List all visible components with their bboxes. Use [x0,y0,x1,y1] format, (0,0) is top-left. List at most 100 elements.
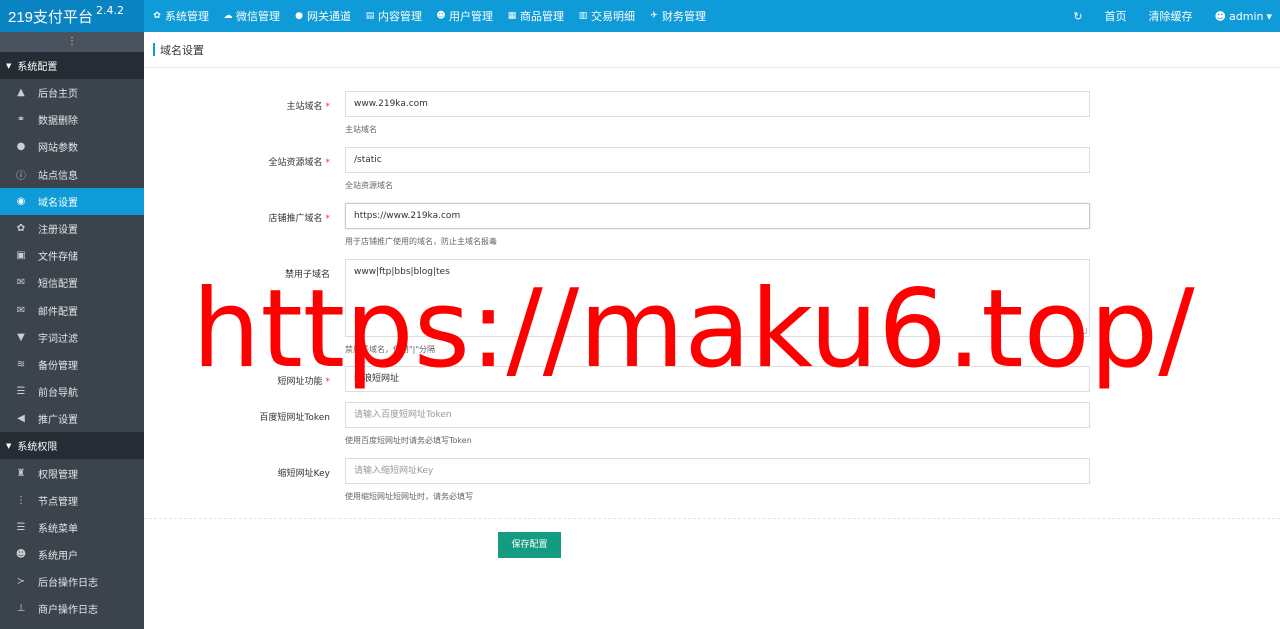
list-icon: ☰ [16,386,26,398]
save-icon: ▣ [16,250,26,262]
field-help: 全站资源域名 [345,181,393,190]
nav-item-gateway[interactable]: ● 网关通道 [294,8,351,24]
nav-item-goods[interactable]: ▦ 商品管理 [507,8,564,24]
baidu-token-input[interactable]: 请输入百度短网址Token [345,402,1090,428]
sidebar-item-data-delete[interactable]: ⚭ 数据删除 [0,106,144,133]
area-chart-icon: ▲ [17,87,25,99]
sidebar-item-domain-settings[interactable]: ◉ 域名设置 [0,187,144,215]
nav-label: 微信管理 [236,10,280,23]
save-config-button[interactable]: 保存配置 [498,532,561,558]
sidebar-item-sms-config[interactable]: ✉ 短信配置 [0,269,144,296]
user-menu[interactable]: ☻ admin ▾ [1215,10,1272,23]
required-mark: * [325,158,331,168]
nav-item-content[interactable]: ▤ 内容管理 [365,8,422,24]
sidebar-item-file-storage[interactable]: ▣ 文件存储 [0,242,144,269]
sidebar-item-label: 推广设置 [38,415,78,427]
required-mark: * [325,102,331,112]
main-domain-input[interactable]: www.219ka.com [345,91,1090,117]
field-help: 主站域名 [345,125,377,134]
field-label: 缩短网址Key [277,469,330,479]
sidebar-item-label: 后台主页 [38,89,78,101]
title-accent-bar [153,43,155,56]
sidebar-item-label: 站点信息 [38,170,78,182]
field-help: 使用百度短网址时请务必填写Token [345,436,472,445]
sidebar-item-admin-log[interactable]: ≻ 后台操作日志 [0,568,144,595]
terminal-icon: ≻ [16,576,26,588]
link-icon: ⚭ [16,114,26,126]
nav-item-users[interactable]: ☻ 用户管理 [436,8,493,24]
nav-label: 用户管理 [449,10,493,23]
sidebar-item-promotion[interactable]: ◀ 推广设置 [0,405,144,432]
static-domain-input[interactable]: /static [345,147,1090,173]
field-label: 店铺推广域名 * [268,211,330,224]
nav-label: 网关通道 [307,10,351,23]
sidebar-item-label: 节点管理 [38,496,78,508]
top-right-menu: ↻ 首页 清除缓存 ☻ admin ▾ [1051,0,1272,32]
sidebar-item-label: 邮件配置 [38,306,78,318]
database-icon: ≋ [16,358,26,370]
nav-item-trades[interactable]: ▥ 交易明细 [578,8,635,24]
sidebar-item-label: 权限管理 [38,469,78,481]
sidebar-item-word-filter[interactable]: ▼ 字词过滤 [0,324,144,351]
shop-domain-input[interactable]: https://www.219ka.com [345,203,1090,229]
sidebar-toggle-icon[interactable]: ⋮ [0,32,144,52]
gateway-icon: ● [295,11,303,21]
sidebar-item-label: 后台操作日志 [38,578,98,590]
field-label: 百度短网址Token [259,413,330,423]
brand[interactable]: 219支付平台 2.4.2 [0,0,144,32]
sidebar-item-mail-config[interactable]: ✉ 邮件配置 [0,297,144,324]
user-name: admin [1229,9,1264,23]
info-icon: ⓘ [16,170,26,182]
sidebar-item-permissions[interactable]: ♜ 权限管理 [0,459,144,486]
nav-item-system[interactable]: ✿ 系统管理 [152,8,209,24]
home-link[interactable]: 首页 [1105,8,1127,24]
caret-down-icon: ▼ [6,441,12,450]
finance-icon: ✈ [650,11,658,21]
sidebar-item-label: 前台导航 [38,388,78,400]
sidebar-item-label: 商户操作日志 [38,605,98,617]
pin-icon: ⊥ [16,603,26,615]
sidebar-item-label: 数据删除 [38,116,78,128]
sidebar-item-nodes[interactable]: ⋮ 节点管理 [0,487,144,514]
sidebar-item-menus[interactable]: ☰ 系统菜单 [0,514,144,541]
group-title: 系统配置 [17,62,58,73]
users-icon: ☻ [15,549,27,561]
refresh-icon[interactable]: ↻ [1073,10,1082,23]
shop-icon: ▦ [507,11,517,21]
top-navbar: 219支付平台 2.4.2 ✿ 系统管理 ☁ 微信管理 ● 网关通道 ▤ 内容管理 ☻ 用… [0,0,1280,32]
sidebar-item-label: 文件存储 [38,252,78,264]
field-label-text: 店铺推广域名 [268,214,323,224]
brand-name: 219支付平台 [8,9,94,26]
main-nav: ✿ 系统管理 ☁ 微信管理 ● 网关通道 ▤ 内容管理 ☻ 用户管理 ▦ 商品管理 ▥ 交易明… [152,0,720,32]
field-help: 使用缩短网址短网址时，请务必填写 [345,492,473,501]
sidebar-item-merchant-log[interactable]: ⊥ 商户操作日志 [0,595,144,622]
nav-item-wechat[interactable]: ☁ 微信管理 [223,8,281,24]
field-label-text: 主站域名 [286,102,323,112]
sidebar-group-system-permissions[interactable]: ▼ 系统权限 [0,432,144,460]
field-label-text: 全站资源域名 [268,158,323,168]
sidebar-item-dashboard[interactable]: ▲ 后台主页 [0,79,144,106]
bullhorn-icon: ◀ [17,413,25,425]
nav-item-finance[interactable]: ✈ 财务管理 [649,8,706,24]
gear-icon: ✿ [16,223,26,235]
ellipsis-vertical-icon: ⋮ [16,494,26,506]
clear-cache-link[interactable]: 清除缓存 [1149,8,1193,24]
envelope-icon: ✉ [16,277,26,289]
sidebar: ⋮ ▼ 系统配置 ▲ 后台主页 ⚭ 数据删除 ● 网站参数 ⓘ 站点信息 ◉ 域名设置 ✿ 注… [0,32,144,629]
group-title: 系统权限 [17,442,58,454]
sidebar-item-system-users[interactable]: ☻ 系统用户 [0,541,144,568]
lock-icon: ♜ [16,467,26,479]
sidebar-item-backup[interactable]: ≋ 备份管理 [0,351,144,378]
gear-icon: ✿ [153,11,161,21]
content-icon: ▤ [365,11,375,21]
sidebar-item-register-settings[interactable]: ✿ 注册设置 [0,215,144,242]
sidebar-item-site-params[interactable]: ● 网站参数 [0,133,144,160]
sidebar-item-site-info[interactable]: ⓘ 站点信息 [0,161,144,188]
sidebar-item-label: 备份管理 [38,360,78,372]
sidebar-item-front-nav[interactable]: ☰ 前台导航 [0,378,144,405]
sidebar-group-system-config[interactable]: ▼ 系统配置 [0,52,144,79]
suo-key-input[interactable]: 请输入缩短网址Key [345,458,1090,484]
page-header: 域名设置 [144,32,1280,68]
form-divider [144,518,1280,519]
sidebar-item-label: 注册设置 [38,225,78,237]
